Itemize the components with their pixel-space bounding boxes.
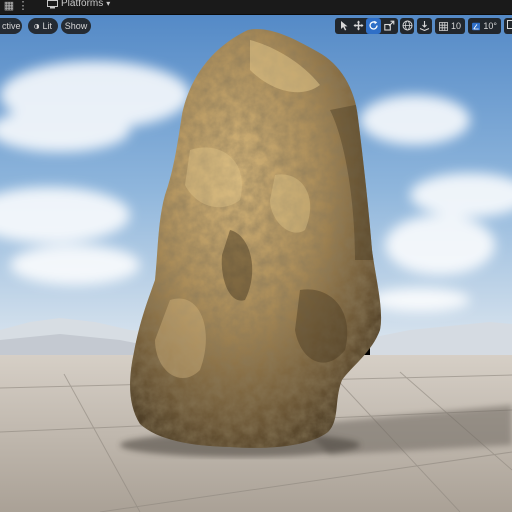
rotate-icon: [369, 20, 378, 30]
surface-snap-button[interactable]: [417, 18, 432, 34]
rotation-snap-value: 10°: [483, 21, 497, 31]
level-viewport[interactable]: ▦ ⋮ Platforms ▾ ctive Lit Show 10 10°: [0, 0, 512, 512]
viewport-mode-label: ctive: [2, 21, 21, 31]
lit-mode-button[interactable]: Lit: [28, 18, 58, 34]
show-menu-button[interactable]: Show: [61, 18, 91, 34]
world-space-button[interactable]: [400, 18, 414, 34]
grid-snap-icon: [439, 21, 448, 31]
rotate-mode-button[interactable]: [366, 18, 381, 34]
editor-title-bar: ▦ ⋮ Platforms ▾: [0, 0, 512, 15]
translate-mode-button[interactable]: [351, 18, 365, 34]
platforms-label: Platforms: [61, 0, 104, 9]
rotation-snap-icon: [472, 22, 481, 30]
grid-icon[interactable]: ▦: [2, 0, 16, 13]
platforms-menu[interactable]: Platforms ▾: [47, 0, 110, 11]
scale-mode-button[interactable]: [382, 18, 396, 34]
vertical-dots-icon[interactable]: ⋮: [16, 0, 30, 13]
viewport-mode-button[interactable]: ctive: [0, 18, 22, 34]
chevron-down-icon: ▾: [106, 0, 111, 8]
select-arrow-icon: [340, 21, 347, 31]
rotation-snap-control[interactable]: 10°: [468, 18, 501, 34]
surface-snap-icon: [419, 21, 430, 31]
platforms-icon: [47, 0, 58, 8]
move-icon: [353, 20, 363, 31]
scale-snap-button[interactable]: [504, 18, 512, 34]
lit-sphere-icon: [34, 23, 40, 29]
lit-label: Lit: [42, 21, 52, 31]
scale-snap-icon: [506, 20, 512, 29]
select-mode-button[interactable]: [337, 18, 351, 34]
grid-snap-control[interactable]: 10: [435, 18, 465, 34]
show-label: Show: [64, 21, 88, 31]
scale-icon: [383, 20, 394, 31]
grid-snap-value: 10: [450, 21, 461, 31]
world-icon: [402, 20, 412, 31]
viewport-scene: [0, 0, 512, 512]
